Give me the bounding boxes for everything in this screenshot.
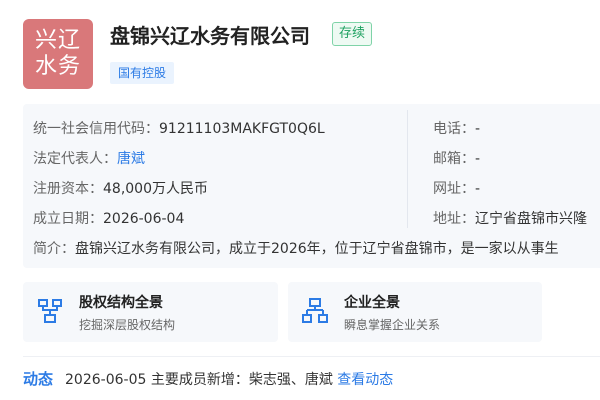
capital-label: 注册资本： — [33, 181, 103, 197]
founded-value: 2026-06-04 — [103, 211, 185, 227]
company-logo: 兴辽 水务 — [23, 19, 93, 89]
address-label: 地址： — [433, 211, 475, 227]
founded-row: 成立日期：2026-06-04 — [33, 208, 184, 228]
equity-structure-icon — [38, 299, 62, 323]
website-row: 网址：- — [433, 178, 480, 198]
email-row: 邮箱：- — [433, 148, 480, 168]
phone-value: - — [475, 121, 481, 137]
logo-line-1: 兴辽 — [34, 28, 81, 53]
equity-structure-title: 股权结构全景 — [79, 295, 163, 311]
equity-structure-subtitle: 挖掘深层股权结构 — [79, 318, 176, 332]
enterprise-panorama-card[interactable]: 企业全景 瞬息掌握企业关系 — [288, 282, 542, 342]
capital-value: 48,000万人民币 — [103, 181, 208, 197]
section-divider — [23, 356, 600, 357]
website-label: 网址： — [433, 181, 475, 197]
capital-row: 注册资本：48,000万人民币 — [33, 178, 208, 198]
phone-label: 电话： — [433, 121, 475, 137]
credit-code-label: 统一社会信用代码： — [33, 121, 159, 137]
dynamic-text: 主要成员新增：柴志强、唐斌 — [150, 372, 333, 388]
address-row: 地址：辽宁省盘锦市兴隆 — [433, 208, 587, 228]
credit-code-value: 91211103MAKFGT0Q6L — [159, 121, 325, 137]
intro-label: 简介： — [33, 241, 75, 257]
status-badge: 存续 — [332, 22, 373, 46]
view-dynamic-link[interactable]: 查看动态 — [337, 372, 393, 388]
legal-rep-link[interactable]: 唐斌 — [117, 151, 145, 167]
enterprise-network-icon — [302, 298, 328, 323]
dynamic-date: 2026-06-05 — [65, 372, 147, 388]
intro-row: 简介：盘锦兴辽水务有限公司，成立于2026年，位于辽宁省盘锦市，是一家以从事生 — [33, 238, 559, 258]
legal-rep-row: 法定代表人：唐斌 — [33, 148, 145, 168]
credit-code-row: 统一社会信用代码：91211103MAKFGT0Q6L — [33, 118, 325, 138]
equity-structure-card[interactable]: 股权结构全景 挖掘深层股权结构 — [23, 282, 278, 342]
dynamic-tag: 动态 — [23, 370, 54, 388]
company-name: 盘锦兴辽水务有限公司 — [110, 24, 310, 48]
logo-line-2: 水务 — [34, 54, 81, 79]
ownership-tag[interactable]: 国有控股 — [110, 62, 175, 84]
intro-value: 盘锦兴辽水务有限公司，成立于2026年，位于辽宁省盘锦市，是一家以从事生 — [75, 241, 559, 257]
enterprise-panorama-title: 企业全景 — [344, 295, 400, 311]
website-value: - — [475, 181, 481, 197]
address-value: 辽宁省盘锦市兴隆 — [475, 211, 587, 227]
legal-rep-label: 法定代表人： — [33, 151, 117, 167]
info-divider — [407, 110, 408, 228]
info-panel: 统一社会信用代码：91211103MAKFGT0Q6L 法定代表人：唐斌 注册资… — [23, 104, 600, 268]
phone-row: 电话：- — [433, 118, 480, 138]
email-label: 邮箱： — [433, 151, 475, 167]
email-value: - — [475, 151, 481, 167]
dynamic-bar: 动态 2026-06-05 主要成员新增：柴志强、唐斌 查看动态 — [23, 368, 393, 389]
enterprise-panorama-subtitle: 瞬息掌握企业关系 — [344, 318, 441, 332]
founded-label: 成立日期： — [33, 211, 103, 227]
